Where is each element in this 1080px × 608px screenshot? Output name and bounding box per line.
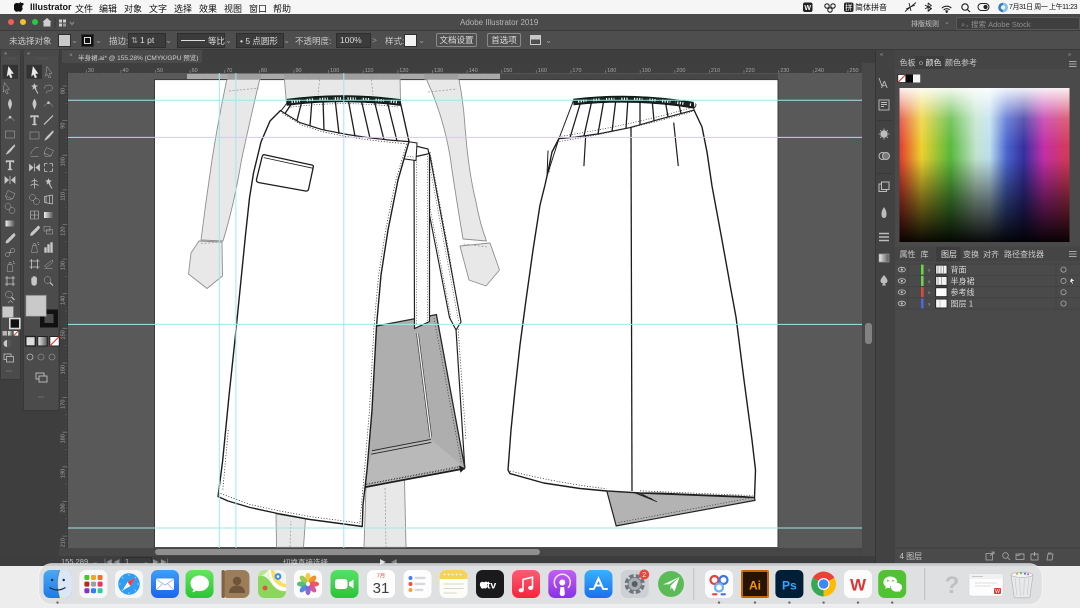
svg-text:拼: 拼: [845, 2, 853, 12]
svg-text:对齐: 对齐: [983, 249, 999, 259]
svg-text:W: W: [850, 576, 867, 595]
svg-text:图层: 图层: [941, 250, 957, 259]
svg-text:Ps: Ps: [782, 579, 797, 593]
svg-text:«: «: [27, 51, 30, 57]
svg-text:○ 颜色: ○ 颜色: [919, 58, 942, 68]
svg-text:色板: 色板: [900, 58, 916, 68]
svg-text:«: «: [880, 52, 883, 58]
svg-text:属性: 属性: [900, 249, 916, 259]
svg-text:参考线: 参考线: [951, 287, 975, 297]
svg-text:tv: tv: [487, 580, 496, 592]
svg-text:31: 31: [373, 580, 390, 597]
svg-text:›: ›: [928, 301, 930, 308]
svg-text:2: 2: [642, 572, 646, 579]
svg-text:200: 200: [61, 503, 67, 512]
svg-text:W: W: [995, 589, 1000, 595]
svg-text:›: ›: [928, 290, 930, 297]
svg-text:?: ?: [945, 572, 960, 599]
svg-text:Ai: Ai: [749, 579, 761, 593]
svg-text:半身裙: 半身裙: [951, 276, 975, 286]
svg-text:210: 210: [61, 538, 67, 547]
svg-text:7月: 7月: [377, 573, 386, 580]
svg-text:⋯: ⋯: [6, 369, 12, 375]
svg-text:库: 库: [921, 249, 929, 259]
svg-text:›: ›: [928, 267, 930, 274]
svg-text:图层 1: 图层 1: [951, 300, 974, 309]
svg-text:W: W: [804, 5, 811, 12]
svg-text:变换: 变换: [963, 249, 979, 259]
svg-text:背面: 背面: [951, 265, 967, 275]
svg-text:路径查找器: 路径查找器: [1004, 249, 1044, 259]
svg-text:190: 190: [61, 469, 67, 478]
svg-text:›: ›: [928, 278, 930, 285]
svg-text:⋯: ⋯: [38, 395, 44, 401]
svg-text:颜色参考: 颜色参考: [945, 58, 977, 68]
svg-text:»: »: [4, 51, 7, 57]
